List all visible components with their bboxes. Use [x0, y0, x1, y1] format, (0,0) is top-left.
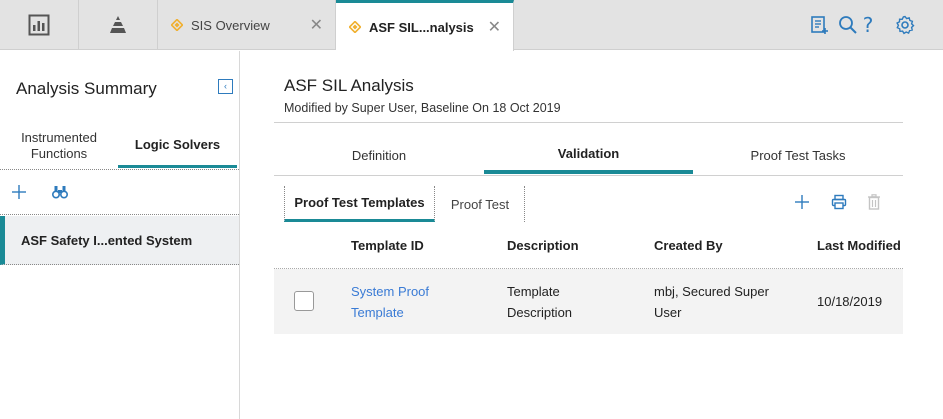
subtab-proof-test-templates[interactable]: Proof Test Templates — [284, 186, 435, 222]
top-bar: SIS Overview ✕ ASF SIL...nalysis ✕ ? — [0, 0, 943, 51]
help-button[interactable]: ? — [850, 0, 886, 50]
column-header-created-by[interactable]: Created By — [654, 238, 723, 253]
row-checkbox[interactable] — [294, 291, 314, 311]
collapse-panel-button[interactable]: ‹ — [218, 79, 233, 94]
home-dashboard-button[interactable] — [0, 0, 79, 50]
tab-proof-test-tasks[interactable]: Proof Test Tasks — [693, 136, 903, 174]
binoculars-icon — [52, 185, 68, 199]
add-template-button[interactable] — [791, 192, 813, 212]
plus-icon — [795, 195, 809, 209]
trash-icon — [867, 194, 881, 210]
question-mark-icon: ? — [862, 13, 874, 37]
column-header-description[interactable]: Description — [507, 238, 579, 253]
page-title: ASF SIL Analysis — [284, 76, 414, 95]
tab-label: ASF SIL...nalysis — [369, 19, 474, 35]
close-icon[interactable]: ✕ — [488, 17, 501, 37]
find-button[interactable] — [49, 181, 71, 203]
diamond-icon — [171, 19, 183, 31]
search-icon-button[interactable] — [812, 0, 857, 50]
close-icon[interactable]: ✕ — [310, 15, 323, 35]
tab-definition[interactable]: Definition — [274, 136, 484, 174]
panel-title: Analysis Summary — [16, 79, 157, 98]
created-by-cell: mbj, Secured Super User — [654, 281, 794, 323]
add-button[interactable] — [9, 181, 29, 203]
hierarchy-pyramid-icon — [107, 14, 129, 36]
diamond-icon — [349, 21, 361, 33]
tab-logic-solvers[interactable]: Logic Solvers — [118, 123, 237, 168]
cell-text: System Proof — [351, 284, 430, 299]
subtab-proof-test[interactable]: Proof Test — [436, 186, 525, 222]
divider — [274, 122, 903, 123]
tab-instrumented-functions[interactable]: Instrumented Functions — [0, 123, 118, 168]
print-button[interactable] — [828, 192, 850, 212]
divider — [0, 169, 239, 170]
plus-icon — [12, 185, 26, 199]
cell-text: Description — [507, 305, 573, 320]
column-header-template-id[interactable]: Template ID — [351, 238, 424, 253]
settings-button[interactable] — [887, 0, 923, 50]
cell-text: User — [654, 305, 682, 320]
table-row[interactable]: System Proof Template Template Descripti… — [274, 269, 903, 334]
asset-hierarchy-button[interactable] — [79, 0, 158, 50]
tab-validation[interactable]: Validation — [484, 136, 693, 174]
list-item[interactable]: ASF Safety I...ented System — [0, 216, 239, 265]
tab-asf-sil-analysis[interactable]: ASF SIL...nalysis ✕ — [336, 0, 514, 51]
column-header-last-modified[interactable]: Last Modified — [817, 238, 901, 253]
delete-button[interactable] — [863, 192, 885, 212]
gear-icon — [895, 15, 915, 35]
description-cell: Template Description — [507, 281, 617, 323]
cell-text: Template — [351, 305, 404, 320]
tab-label-line1: Instrumented — [21, 129, 97, 145]
page-subtitle: Modified by Super User, Baseline On 18 O… — [284, 101, 561, 115]
tab-label: SIS Overview — [191, 17, 270, 33]
template-id-link[interactable]: System Proof Template — [351, 281, 451, 323]
dashboard-icon — [28, 14, 50, 36]
cell-text: mbj, Secured Super — [654, 284, 769, 299]
tab-sis-overview[interactable]: SIS Overview ✕ — [158, 0, 336, 50]
cell-text: Template — [507, 284, 560, 299]
last-modified-cell: 10/18/2019 — [817, 294, 883, 309]
analysis-summary-panel: Analysis Summary ‹ Instrumented Function… — [0, 51, 240, 419]
tab-label-line2: Functions — [30, 145, 88, 161]
divider — [274, 175, 903, 176]
divider — [0, 214, 239, 215]
printer-icon — [831, 194, 847, 210]
chevron-left-icon: ‹ — [224, 81, 227, 91]
